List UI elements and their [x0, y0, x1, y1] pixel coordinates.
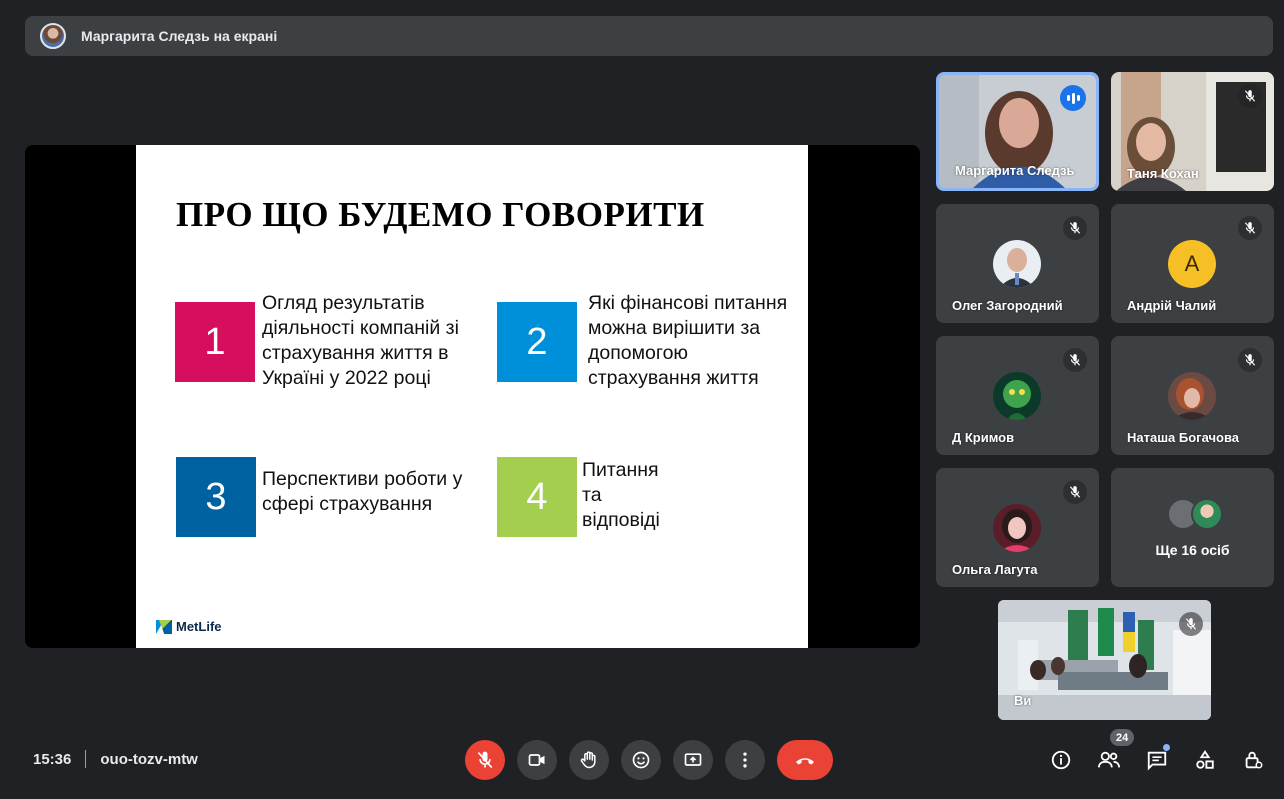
- raise-hand-button[interactable]: [569, 740, 609, 780]
- mic-off-icon: [1063, 348, 1087, 372]
- meeting-details-button[interactable]: [1047, 746, 1075, 774]
- speaking-indicator-icon: [1060, 85, 1086, 111]
- participant-name: Наташа Богачова: [1127, 430, 1240, 445]
- people-icon: [1098, 751, 1120, 768]
- mic-off-icon: [1063, 216, 1087, 240]
- participant-name: Маргарита Следзь: [955, 163, 1075, 178]
- item-text-4: Питання та відповіді: [582, 459, 660, 531]
- present-icon: [684, 753, 702, 766]
- participant-name: Таня Кохан: [1127, 166, 1199, 181]
- mic-off-icon: [1238, 216, 1262, 240]
- activities-icon: [1196, 750, 1214, 769]
- participant-tile[interactable]: Таня Кохан: [1111, 72, 1274, 191]
- raise-hand-icon: [580, 751, 596, 769]
- activities-button[interactable]: [1191, 746, 1219, 774]
- item-number-3: 3: [176, 457, 256, 537]
- avatar: [1191, 498, 1223, 530]
- end-call-icon: [796, 758, 814, 765]
- mic-off-icon: [1063, 480, 1087, 504]
- avatar: [993, 240, 1041, 288]
- people-button[interactable]: [1095, 746, 1123, 774]
- mic-off-icon: [1238, 84, 1262, 108]
- meeting-code[interactable]: ouo-tozv-mtw: [100, 751, 197, 768]
- slide: ПРО ЩО БУДЕМО ГОВОРИТИ 1 Огляд результат…: [136, 145, 808, 648]
- present-screen-button[interactable]: [673, 740, 713, 780]
- emoji-reaction-button[interactable]: [621, 740, 661, 780]
- mic-off-icon: [1238, 348, 1262, 372]
- item-number-4: 4: [497, 457, 577, 537]
- more-options-button[interactable]: [725, 740, 765, 780]
- logo-text: MetLife: [176, 618, 222, 634]
- camera-icon: [528, 754, 545, 766]
- leave-call-button[interactable]: [777, 740, 833, 780]
- presentation-stage[interactable]: ПРО ЩО БУДЕМО ГОВОРИТИ 1 Огляд результат…: [25, 145, 920, 648]
- participant-name: Андрій Чалий: [1127, 298, 1217, 313]
- participant-tile[interactable]: A Андрій Чалий: [1111, 204, 1274, 323]
- presenting-banner: Маргарита Следзь на екрані: [25, 16, 1273, 56]
- avatar-initial: A: [1168, 240, 1216, 288]
- slide-title: ПРО ЩО БУДЕМО ГОВОРИТИ: [176, 195, 705, 234]
- item-number-1: 1: [175, 302, 255, 382]
- metlife-logo: MetLife: [156, 618, 222, 634]
- participant-tile[interactable]: Ольга Лагута: [936, 468, 1099, 587]
- item-text-3: Перспективи роботи у сфері страхування: [262, 468, 463, 515]
- more-participants-label: Ще 16 осіб: [1155, 542, 1230, 558]
- avatar: [993, 372, 1041, 420]
- divider: [85, 750, 87, 768]
- self-name: Ви: [1014, 693, 1032, 708]
- host-controls-icon: [1245, 751, 1263, 769]
- info-icon: [1051, 750, 1071, 770]
- participant-tile-presenter[interactable]: Маргарита Следзь: [936, 72, 1099, 191]
- participant-count-badge: 24: [1110, 729, 1135, 746]
- avatar: [993, 504, 1041, 552]
- participant-name: Д Кримов: [952, 430, 1015, 445]
- emoji-icon: [632, 751, 650, 769]
- chat-icon: [1147, 751, 1167, 771]
- microphone-toggle-button[interactable]: [465, 740, 505, 780]
- mic-off-icon: [1179, 612, 1203, 636]
- meeting-info: 15:36 ouo-tozv-mtw: [33, 750, 198, 768]
- more-icon: [743, 752, 747, 768]
- participant-tile[interactable]: Д Кримов: [936, 336, 1099, 455]
- participant-name: Ольга Лагута: [952, 562, 1038, 577]
- meeting-time: 15:36: [33, 750, 72, 768]
- presenter-avatar: [40, 23, 66, 49]
- item-number-2: 2: [497, 302, 577, 382]
- self-view-tile[interactable]: Ви: [998, 600, 1211, 720]
- banner-text: Маргарита Следзь на екрані: [81, 28, 278, 44]
- metlife-logo-mark: [156, 618, 172, 634]
- camera-toggle-button[interactable]: [517, 740, 557, 780]
- item-text-1: Огляд результатів діяльності компаній зі…: [262, 292, 459, 389]
- participant-name: Олег Загородний: [952, 298, 1063, 313]
- participant-tile[interactable]: Наташа Богачова: [1111, 336, 1274, 455]
- chat-notification-dot: [1163, 744, 1170, 751]
- mic-off-icon: [477, 751, 493, 769]
- more-participants-tile[interactable]: Ще 16 осіб: [1111, 468, 1274, 587]
- host-controls-button[interactable]: [1239, 746, 1267, 774]
- chat-button[interactable]: [1143, 744, 1171, 774]
- participant-tile[interactable]: Олег Загородний: [936, 204, 1099, 323]
- item-text-2: Які фінансові питання можна вирішити за …: [588, 292, 788, 389]
- avatar: [1168, 372, 1216, 420]
